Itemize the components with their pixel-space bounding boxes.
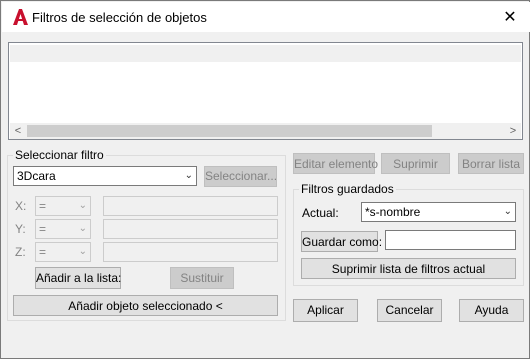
autocad-logo-icon [13, 9, 28, 25]
close-icon[interactable]: ✕ [495, 5, 525, 30]
list-header [10, 45, 521, 62]
help-button[interactable]: Ayuda [459, 299, 524, 322]
z-operator-dropdown[interactable]: = ⌄ [35, 242, 91, 262]
chevron-down-icon: ⌄ [78, 223, 87, 234]
x-operator-dropdown[interactable]: = ⌄ [35, 196, 91, 216]
filter-type-value: 3Dcara [17, 169, 56, 183]
cancel-button[interactable]: Cancelar [377, 299, 442, 322]
delete-current-filter-list-button[interactable]: Suprimir lista de filtros actual [301, 258, 516, 279]
save-as-name-input[interactable] [385, 230, 516, 250]
select-button[interactable]: Seleccionar... [204, 166, 277, 187]
chevron-down-icon: ⌄ [78, 246, 87, 257]
scroll-left-icon[interactable]: < [10, 123, 26, 139]
save-as-button[interactable]: Guardar como: [301, 231, 382, 252]
x-value-field[interactable] [103, 196, 278, 216]
delete-item-button[interactable]: Suprimir [381, 153, 450, 174]
window-title: Filtros de selección de objetos [32, 10, 207, 25]
x-label: X: [15, 199, 27, 213]
add-to-list-button[interactable]: Añadir a la lista: [35, 267, 121, 289]
scroll-right-icon[interactable]: > [505, 123, 521, 139]
y-operator-value: = [39, 222, 47, 236]
apply-button[interactable]: Aplicar [293, 299, 358, 322]
dialog-window: Filtros de selección de objetos ✕ < > Se… [0, 0, 530, 359]
chevron-down-icon: ⌄ [503, 206, 512, 217]
current-filter-value: *s-nombre [365, 205, 421, 219]
horizontal-scrollbar[interactable]: < > [10, 123, 521, 139]
chevron-down-icon: ⌄ [78, 200, 87, 211]
add-selected-object-button[interactable]: Añadir objeto seleccionado < [13, 295, 278, 316]
y-label: Y: [15, 222, 26, 236]
current-filter-dropdown[interactable]: *s-nombre ⌄ [361, 202, 516, 222]
title-bar: Filtros de selección de objetos ✕ [2, 2, 530, 32]
y-operator-dropdown[interactable]: = ⌄ [35, 219, 91, 239]
filter-type-dropdown[interactable]: 3Dcara ⌄ [13, 166, 197, 186]
edit-item-button[interactable]: Editar elemento [293, 153, 378, 174]
select-filter-group-label: Seleccionar filtro [13, 148, 106, 162]
z-label: Z: [15, 245, 26, 259]
z-operator-value: = [39, 245, 47, 259]
saved-filters-group-label: Filtros guardados [299, 182, 396, 196]
x-operator-value: = [39, 199, 47, 213]
chevron-down-icon: ⌄ [184, 170, 193, 181]
current-filter-label: Actual: [302, 206, 339, 220]
y-value-field[interactable] [103, 219, 278, 239]
z-value-field[interactable] [103, 242, 278, 262]
clear-list-button[interactable]: Borrar lista [458, 153, 524, 174]
replace-button[interactable]: Sustituir [170, 267, 234, 289]
filter-list[interactable]: < > [8, 42, 523, 140]
scrollbar-thumb[interactable] [27, 125, 432, 137]
